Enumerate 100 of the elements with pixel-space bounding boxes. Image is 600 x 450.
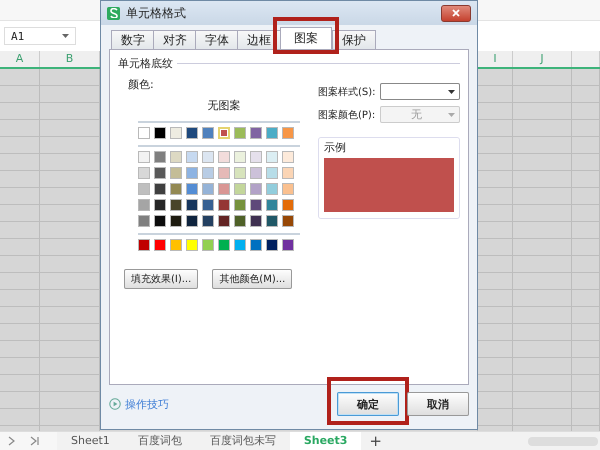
color-swatch[interactable] — [282, 127, 294, 139]
color-swatch[interactable] — [154, 151, 166, 163]
color-swatch[interactable] — [250, 167, 262, 179]
color-swatch[interactable] — [234, 183, 246, 195]
color-swatch[interactable] — [154, 183, 166, 195]
cancel-button[interactable]: 取消 — [407, 392, 469, 416]
color-swatch[interactable] — [186, 167, 198, 179]
tab[interactable]: 保护 — [332, 30, 376, 49]
color-swatch[interactable] — [266, 183, 278, 195]
tab[interactable]: 数字 — [111, 30, 155, 49]
sheet-tab[interactable]: 百度词包 — [124, 432, 196, 450]
color-swatch[interactable] — [138, 183, 150, 195]
tab[interactable]: 图案 — [280, 27, 332, 49]
tab[interactable]: 字体 — [195, 30, 239, 49]
color-swatch[interactable] — [170, 151, 182, 163]
color-swatch[interactable] — [250, 215, 262, 227]
color-swatch[interactable] — [250, 183, 262, 195]
color-swatch[interactable] — [186, 183, 198, 195]
color-swatch[interactable] — [138, 167, 150, 179]
color-swatch[interactable] — [266, 151, 278, 163]
window-title: 单元格格式 — [126, 4, 187, 22]
color-swatch[interactable] — [218, 183, 230, 195]
color-swatch[interactable] — [218, 167, 230, 179]
color-swatch[interactable] — [138, 239, 150, 251]
color-swatch[interactable] — [266, 167, 278, 179]
color-swatch[interactable] — [170, 183, 182, 195]
color-swatch[interactable] — [186, 151, 198, 163]
color-swatch[interactable] — [186, 215, 198, 227]
color-swatch[interactable] — [202, 215, 214, 227]
name-box[interactable]: A1 — [4, 27, 76, 45]
color-swatch[interactable] — [138, 127, 150, 139]
color-swatch[interactable] — [266, 215, 278, 227]
color-swatch[interactable] — [266, 239, 278, 251]
play-circle-icon — [109, 398, 121, 410]
color-swatch[interactable] — [218, 127, 230, 139]
color-swatch[interactable] — [170, 199, 182, 211]
color-swatch[interactable] — [250, 127, 262, 139]
color-swatch[interactable] — [170, 239, 182, 251]
color-swatch[interactable] — [138, 215, 150, 227]
field-label: 图案颜色(P): — [318, 108, 376, 122]
color-swatch[interactable] — [266, 127, 278, 139]
no-pattern-option[interactable]: 无图案 — [124, 98, 304, 113]
color-swatch[interactable] — [234, 199, 246, 211]
color-swatch[interactable] — [170, 215, 182, 227]
caret-icon — [62, 34, 69, 38]
next-icon — [8, 436, 16, 446]
color-swatch[interactable] — [250, 199, 262, 211]
color-swatch[interactable] — [186, 199, 198, 211]
sheet-tab[interactable]: 百度词包未写 — [196, 432, 290, 450]
color-swatch[interactable] — [154, 199, 166, 211]
field-label: 图案样式(S): — [318, 86, 376, 98]
color-swatch[interactable] — [154, 239, 166, 251]
column-header: J — [513, 51, 572, 67]
color-swatch[interactable] — [170, 127, 182, 139]
tab[interactable]: 对齐 — [153, 30, 197, 49]
color-swatch[interactable] — [282, 183, 294, 195]
color-swatch[interactable] — [170, 167, 182, 179]
color-swatch[interactable] — [234, 215, 246, 227]
color-swatch[interactable] — [154, 215, 166, 227]
close-icon — [452, 9, 460, 17]
color-swatch[interactable] — [202, 151, 214, 163]
sheet-tab[interactable]: Sheet1 — [57, 432, 124, 450]
color-swatch[interactable] — [138, 151, 150, 163]
color-swatch[interactable] — [186, 239, 198, 251]
color-swatch[interactable] — [282, 199, 294, 211]
last-icon — [30, 436, 39, 446]
color-swatch[interactable] — [282, 167, 294, 179]
add-sheet-button[interactable]: + — [361, 432, 390, 450]
color-swatch[interactable] — [250, 239, 262, 251]
color-swatch[interactable] — [154, 167, 166, 179]
color-swatch[interactable] — [282, 215, 294, 227]
color-swatch[interactable] — [218, 199, 230, 211]
color-swatch[interactable] — [282, 239, 294, 251]
color-swatch[interactable] — [234, 151, 246, 163]
dialog-button[interactable]: 其他颜色(M)... — [212, 269, 292, 289]
color-swatch[interactable] — [234, 167, 246, 179]
color-swatch[interactable] — [202, 183, 214, 195]
sample-label: 示例 — [324, 140, 347, 155]
close-button[interactable] — [441, 4, 471, 22]
color-swatch[interactable] — [154, 127, 166, 139]
color-swatch[interactable] — [202, 239, 214, 251]
color-swatch[interactable] — [202, 127, 214, 139]
color-swatch[interactable] — [218, 215, 230, 227]
dropdown-field[interactable] — [380, 83, 460, 100]
color-swatch[interactable] — [202, 167, 214, 179]
color-swatch[interactable] — [234, 239, 246, 251]
tips-link[interactable]: 操作技巧 — [125, 396, 169, 412]
color-swatch[interactable] — [186, 127, 198, 139]
color-swatch[interactable] — [250, 151, 262, 163]
color-swatch[interactable] — [282, 151, 294, 163]
group-title: 单元格底纹 — [118, 56, 173, 71]
color-swatch[interactable] — [202, 199, 214, 211]
color-swatch[interactable] — [138, 199, 150, 211]
color-swatch[interactable] — [266, 199, 278, 211]
color-swatch[interactable] — [218, 239, 230, 251]
ok-button[interactable]: 确定 — [337, 392, 399, 416]
caret-icon — [448, 90, 455, 94]
dialog-button[interactable]: 填充效果(I)... — [124, 269, 198, 289]
color-swatch[interactable] — [234, 127, 246, 139]
color-swatch[interactable] — [218, 151, 230, 163]
